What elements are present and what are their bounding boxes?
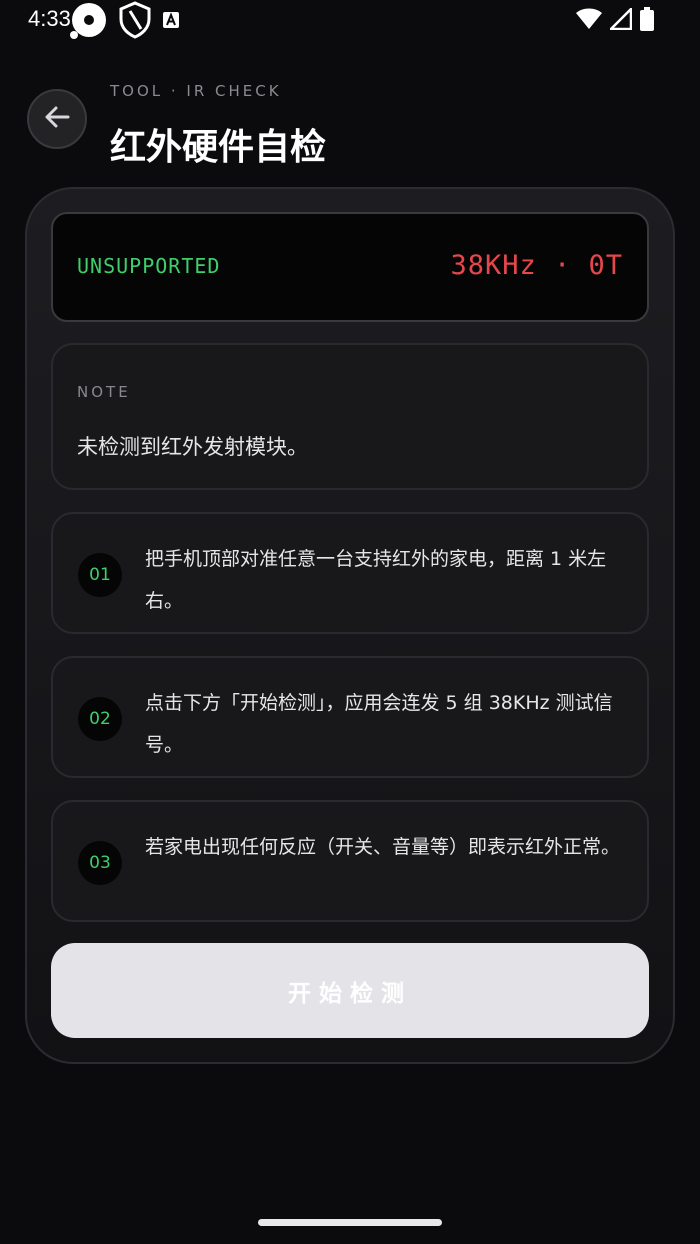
signal-icon xyxy=(607,5,633,34)
status-time: 4:33 xyxy=(28,6,71,31)
home-indicator[interactable] xyxy=(258,1219,442,1226)
step-card-2: 02 点击下方「开始检测」，应用会连发 5 组 38KHz 测试信号。 xyxy=(51,656,649,778)
note-text: 未检测到红外发射模块。 xyxy=(77,435,308,459)
step-number: 02 xyxy=(78,697,122,741)
status-display: UNSUPPORTED 38KHz · 0T xyxy=(51,212,649,322)
start-test-button[interactable]: 开始检测 xyxy=(51,943,649,1038)
step-card-3: 03 若家电出现任何反应（开关、音量等）即表示红外正常。 xyxy=(51,800,649,922)
step-number: 03 xyxy=(78,841,122,885)
font-a-icon xyxy=(162,11,180,33)
step-text: 若家电出现任何反应（开关、音量等）即表示红外正常。 xyxy=(145,836,621,858)
display-reading: 38KHz · 0T xyxy=(450,250,623,281)
status-icons-left xyxy=(70,1,180,43)
status-bar: 4:33 xyxy=(0,0,700,44)
page-title: 红外硬件自检 xyxy=(110,127,327,168)
note-card: NOTE 未检测到红外发射模块。 xyxy=(51,343,649,490)
step-number: 01 xyxy=(78,553,122,597)
shield-icon xyxy=(118,1,152,43)
display-status: UNSUPPORTED xyxy=(77,254,221,278)
step-text: 点击下方「开始检测」，应用会连发 5 组 38KHz 测试信号。 xyxy=(145,692,613,756)
record-icon xyxy=(70,1,108,43)
header-kicker: TOOL · IR CHECK xyxy=(110,82,282,100)
battery-icon xyxy=(640,7,654,35)
status-icons-right xyxy=(576,5,654,36)
arrow-left-icon xyxy=(42,102,72,136)
wifi-icon xyxy=(576,8,602,34)
step-text: 把手机顶部对准任意一台支持红外的家电，距离 1 米左右。 xyxy=(145,548,607,612)
note-label: NOTE xyxy=(77,383,131,401)
step-card-1: 01 把手机顶部对准任意一台支持红外的家电，距离 1 米左右。 xyxy=(51,512,649,634)
back-button[interactable] xyxy=(27,89,87,149)
